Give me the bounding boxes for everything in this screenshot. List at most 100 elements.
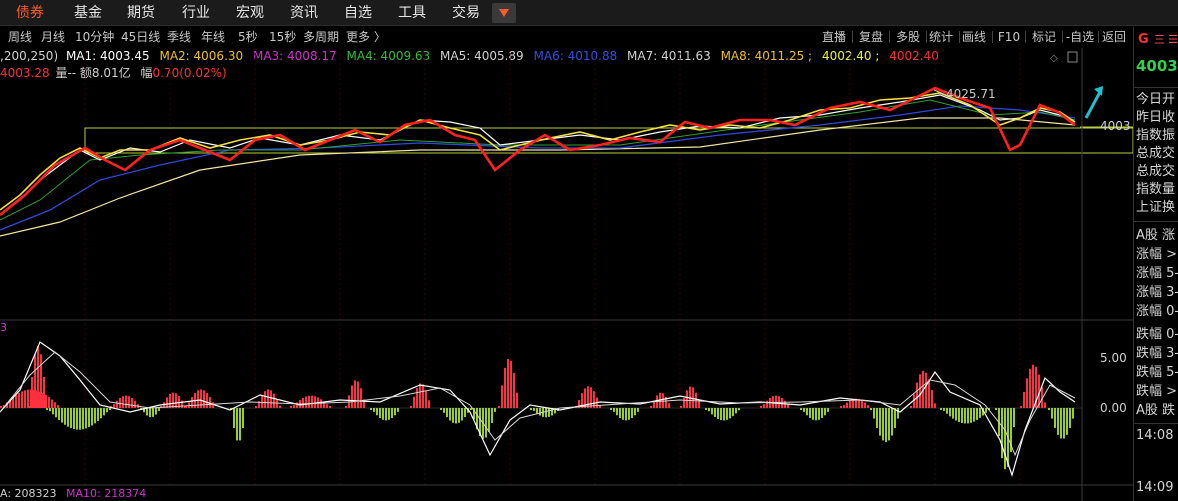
macd-bar xyxy=(452,408,454,423)
macd-bar xyxy=(717,408,719,419)
macd-bar xyxy=(314,396,316,408)
macd-bar xyxy=(934,403,936,408)
macd-bar xyxy=(634,408,636,416)
macd-bar xyxy=(48,397,50,408)
macd-bar xyxy=(360,388,362,408)
macd-bar xyxy=(302,397,304,408)
macd-bar xyxy=(326,404,328,408)
macd-bar xyxy=(692,387,694,408)
macd-bar xyxy=(714,408,716,417)
macd-bar xyxy=(781,397,783,408)
macd-bar xyxy=(613,408,615,412)
macd-bar xyxy=(191,397,193,408)
macd-bar xyxy=(846,402,848,408)
macd-bar xyxy=(637,408,639,412)
macd-bar xyxy=(296,402,298,408)
macd-bar xyxy=(1069,408,1071,428)
today-open: 今日开 xyxy=(1136,92,1176,107)
macd-bar xyxy=(267,389,269,408)
rise-3: 涨幅 3- xyxy=(1136,285,1178,300)
macd-bar xyxy=(916,382,918,408)
list-icon[interactable]: ☰ xyxy=(1168,31,1178,49)
macd-bar xyxy=(940,408,942,410)
macd-bar xyxy=(379,408,381,419)
macd-bar xyxy=(533,408,535,411)
macd-bar xyxy=(0,406,2,408)
macd-bar xyxy=(152,408,154,417)
macd-bar xyxy=(705,408,707,410)
macd-bar xyxy=(388,408,390,420)
menu-icon[interactable]: 三 xyxy=(1154,31,1165,49)
macd-bar xyxy=(864,402,866,408)
macd-bar xyxy=(849,400,851,408)
macd-bar xyxy=(800,408,802,410)
macd-bar xyxy=(628,408,630,420)
macd-bar xyxy=(242,408,244,429)
macd-bar xyxy=(507,359,509,408)
macd-bar xyxy=(809,408,811,419)
macd-bar xyxy=(422,384,424,408)
macd-bar xyxy=(125,395,127,408)
ma-line-green xyxy=(0,99,1076,221)
time-1409: 14:09 xyxy=(1136,480,1174,495)
macd-bar xyxy=(109,408,111,410)
index-amplitude: 指数振 xyxy=(1136,128,1176,143)
macd-bar xyxy=(311,395,313,408)
macd-bar xyxy=(82,408,84,430)
macd-bar xyxy=(425,390,427,408)
macd-bar xyxy=(919,374,921,408)
macd-bar xyxy=(545,408,547,418)
macd-bar xyxy=(43,377,45,408)
macd-bar xyxy=(861,400,863,408)
macd-bar xyxy=(870,408,872,410)
macd-bar xyxy=(631,408,633,419)
macd-bar xyxy=(720,408,722,421)
macd-bar xyxy=(354,380,356,408)
macd-bar xyxy=(616,408,618,416)
macd-bar xyxy=(510,360,512,408)
kline-chart[interactable]: 4025.71 4003 5.00 0.00 3 A: 208323 MA10:… xyxy=(0,0,1133,501)
macd-bar xyxy=(1029,368,1031,408)
macd-bar xyxy=(824,408,826,416)
macd-bar xyxy=(683,398,685,408)
panel-price: 4003. xyxy=(1136,57,1178,75)
macd-bar xyxy=(351,385,353,408)
macd-bar xyxy=(513,372,515,408)
macd-bar xyxy=(79,408,81,430)
macd-bar xyxy=(985,408,987,413)
ma-line-blue xyxy=(0,105,1076,231)
macd-bar xyxy=(958,408,960,423)
macd-bar xyxy=(897,408,899,419)
macd-bar xyxy=(946,408,948,414)
macd-bar xyxy=(76,408,78,430)
macd-bar xyxy=(128,396,130,408)
sh-turnover: 上证换 xyxy=(1136,200,1176,215)
macd-bar xyxy=(873,408,875,419)
macd-bar xyxy=(58,408,60,421)
macd-bar xyxy=(206,392,208,408)
right-info-panel: G 三 ☰ 4003. 今日开 昨日收 指数振 总成交 总成交 指数量 上证换 … xyxy=(1133,27,1178,501)
macd-bar xyxy=(88,408,90,428)
macd-bar xyxy=(1057,408,1059,435)
macd-bar xyxy=(236,408,238,441)
macd-bar xyxy=(239,408,241,441)
macd-bar xyxy=(416,387,418,408)
macd-bar xyxy=(760,406,762,408)
macd-bar xyxy=(31,377,33,408)
flag-g[interactable]: G xyxy=(1138,31,1149,49)
macd-bar xyxy=(305,396,307,408)
macd-bar xyxy=(394,408,396,416)
macd-bar xyxy=(925,372,927,408)
macd-bar xyxy=(329,406,331,408)
macd-bar xyxy=(610,408,612,410)
macd-bar xyxy=(57,405,59,408)
macd-bar xyxy=(995,408,997,410)
time-1408: 14:08 xyxy=(1136,428,1174,443)
macd-bar xyxy=(619,408,621,419)
fall-3: 跌幅 3- xyxy=(1136,346,1178,361)
macd-bar xyxy=(928,379,930,408)
macd-bar xyxy=(273,393,275,408)
macd-bar xyxy=(27,389,29,408)
macd-bar xyxy=(106,408,108,413)
macd-bar xyxy=(175,393,177,408)
